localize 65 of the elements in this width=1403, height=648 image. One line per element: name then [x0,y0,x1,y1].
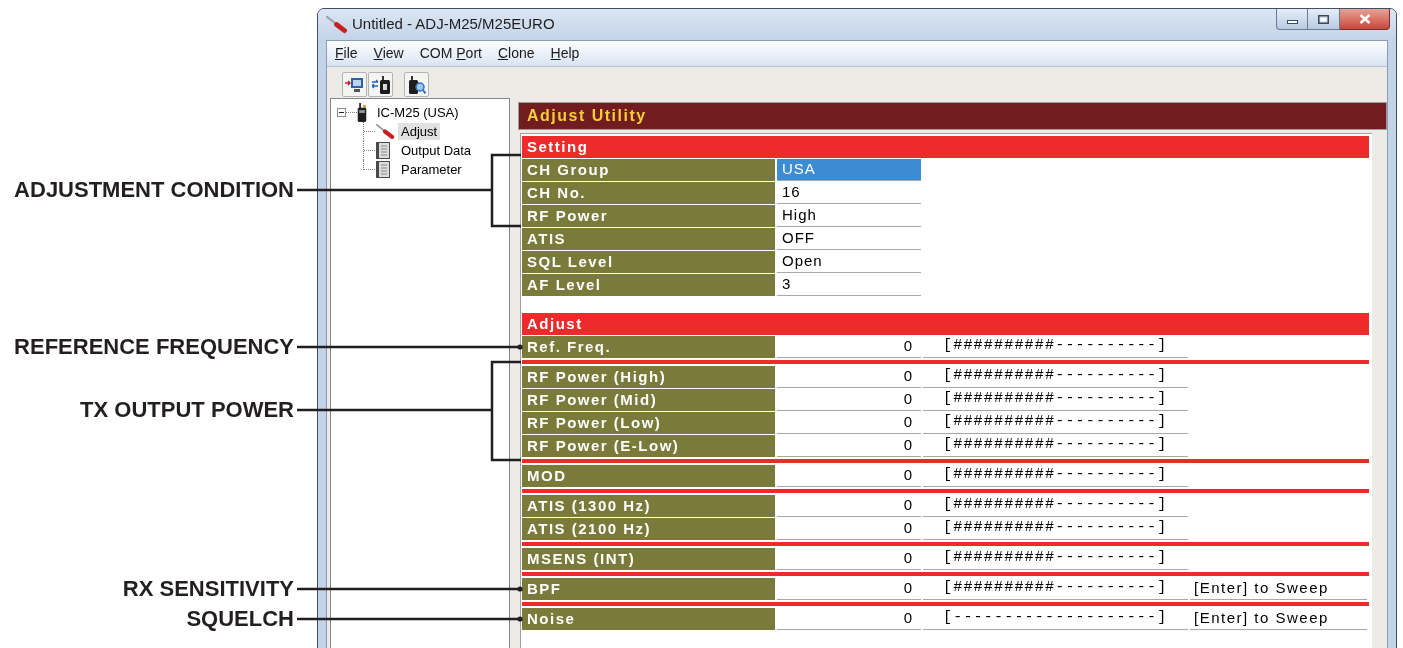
parameter-label: RF Power (High) [522,366,775,388]
level-bar-text: [##########----------] [923,435,1188,457]
parameter-label: RF Power [522,205,775,227]
level-bar-text: [##########----------] [923,495,1188,517]
callout-label: ADJUSTMENT CONDITION [14,177,294,203]
callout-label: TX OUTPUT POWER [80,397,294,423]
sweep-hint: [Enter] to Sweep [1190,608,1367,630]
toolbar-button[interactable] [342,72,367,97]
panel-title-bar: Adjust Utility [518,102,1387,130]
level-bar-text: [##########----------] [923,518,1188,540]
tree-item[interactable]: IC-M25 (USA) [374,104,462,121]
level-bar-text: [##########----------] [923,389,1188,411]
monitor-arrow-icon [345,76,364,93]
close-icon [1358,14,1371,24]
screwdriver-icon [325,15,348,34]
screwdriver-icon [375,123,395,140]
section-header: Adjust [522,313,1369,335]
sweep-hint: [Enter] to Sweep [1190,578,1367,600]
menu-item[interactable]: File [327,41,366,66]
close-button[interactable] [1340,9,1390,30]
level-bar-text: [##########----------] [923,465,1188,487]
parameter-label: ATIS [522,228,775,250]
maximize-button[interactable] [1308,9,1340,30]
parameter-label: MSENS (INT) [522,548,775,570]
parameter-label: AF Level [522,274,775,296]
toolbar-button[interactable] [404,72,429,97]
parameter-label: ATIS (1300 Hz) [522,495,775,517]
parameter-label: CH Group [522,159,775,181]
level-bar-text: [##########----------] [923,548,1188,570]
callout-label: REFERENCE FREQUENCY [14,334,294,360]
radio-arrows-icon [371,75,390,94]
parameter-label: MOD [522,465,775,487]
parameter-label: RF Power (Low) [522,412,775,434]
parameter-label: SQL Level [522,251,775,273]
handheld-radio-icon [357,103,367,122]
parameter-label: Ref. Freq. [522,336,775,358]
minimize-icon [1286,19,1298,24]
menu-item[interactable]: View [365,41,412,66]
parameter-label: BPF [522,578,775,600]
level-bar-text: [##########----------] [923,412,1188,434]
parameter-label: CH No. [522,182,775,204]
menu-item[interactable]: COM Port [411,41,490,66]
window-title: Untitled - ADJ-M25/M25EURO [352,14,555,35]
parameter-label: RF Power (E-Low) [522,435,775,457]
level-bar-text: [--------------------] [923,608,1188,630]
minus-box-icon[interactable] [337,108,346,117]
radio-magnifier-icon [407,75,426,94]
tree-item[interactable]: Parameter [398,161,465,178]
callout-label: RX SENSITIVITY [122,576,294,602]
parameter-label: ATIS (2100 Hz) [522,518,775,540]
tree-item[interactable]: Output Data [398,142,475,159]
toolbar-button[interactable] [368,72,393,97]
level-bar-text: [##########----------] [923,366,1188,388]
menu-item[interactable]: Clone [489,41,543,66]
parameter-label: Noise [522,608,775,630]
callout-label: SQUELCH [186,606,294,632]
level-bar-text: [##########----------] [923,578,1188,600]
parameter-label: RF Power (Mid) [522,389,775,411]
level-bar-text: [##########----------] [923,336,1188,358]
minimize-button[interactable] [1276,9,1308,30]
value-field[interactable]: USA [777,159,921,181]
tree-item[interactable]: Adjust [398,123,441,140]
maximize-icon [1318,14,1329,24]
menu-item[interactable]: Help [542,41,588,66]
section-header: Setting [522,136,1369,158]
